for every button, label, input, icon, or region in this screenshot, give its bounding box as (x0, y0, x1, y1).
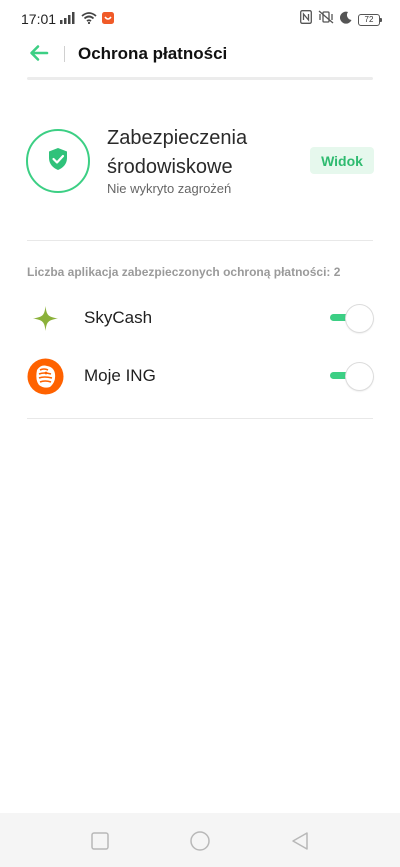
app-name: Moje ING (84, 366, 156, 385)
security-status: Nie wykryto zagrożeń (107, 181, 232, 196)
back-arrow-icon[interactable] (28, 42, 50, 64)
home-circle-icon[interactable] (189, 830, 211, 852)
header-divider (27, 77, 373, 80)
battery-icon: 72 (358, 13, 382, 26)
nfc-icon (300, 10, 312, 29)
toggle-knob (346, 305, 373, 332)
vibrate-icon (318, 10, 334, 29)
header-separator (64, 46, 65, 62)
app-row-moje-ing: Moje ING (0, 356, 400, 396)
view-button[interactable]: Widok (310, 147, 374, 174)
status-icons-left (60, 11, 114, 29)
navigation-bar (0, 813, 400, 867)
security-title: Zabezpieczenia środowiskowe (107, 124, 297, 182)
ing-lion-logo-icon (27, 358, 64, 395)
back-triangle-icon[interactable] (289, 830, 311, 852)
divider (27, 418, 373, 419)
moon-icon (339, 11, 352, 29)
skycash-logo-icon (27, 300, 64, 337)
signal-icon (60, 11, 76, 29)
moje-ing-toggle[interactable] (330, 362, 374, 390)
app-name: SkyCash (84, 308, 153, 327)
app-row-skycash: SkyCash (0, 298, 400, 338)
divider (27, 240, 373, 241)
status-bar: 17:01 72 (0, 0, 400, 36)
recent-apps-square-icon[interactable] (89, 830, 111, 852)
skycash-toggle[interactable] (330, 304, 374, 332)
wifi-icon (81, 11, 97, 29)
status-time: 17:01 (21, 11, 57, 27)
page-title: Ochrona płatności (78, 44, 228, 63)
security-title-line1: Zabezpieczenia (107, 127, 248, 149)
status-icons-right: 72 (300, 10, 382, 29)
security-title-line2: środowiskowe (107, 156, 233, 178)
shield-badge (26, 129, 90, 193)
toggle-knob (346, 363, 373, 390)
shield-check-icon (47, 147, 69, 176)
header: Ochrona płatności (0, 36, 400, 72)
protected-apps-count: Liczba aplikacja zabezpieczonych ochroną… (27, 265, 341, 279)
notification-app-icon (102, 11, 114, 29)
